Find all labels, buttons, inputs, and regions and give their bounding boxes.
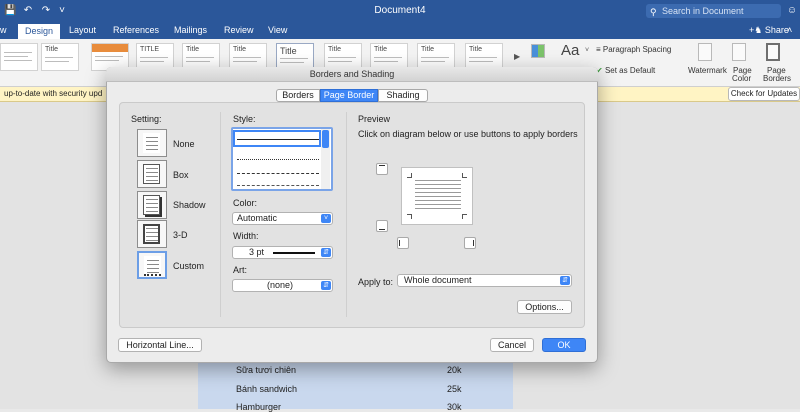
art-value: (none) [267,280,294,290]
share-button[interactable]: +♞ Share [749,25,789,36]
tab-layout[interactable]: Layout [69,25,96,35]
right-border-toggle[interactable] [464,237,476,249]
set-as-default-button[interactable]: ✔ Set as Default [596,66,655,75]
setting-custom-thumbnail[interactable] [137,251,167,279]
set-as-default-label: Set as Default [604,66,656,75]
tab-design[interactable]: Design [18,24,60,39]
chevron-down-icon[interactable]: ˅ [56,5,68,17]
page-color-label-2[interactable]: Color [732,74,751,83]
style-solid-line[interactable] [237,139,319,140]
tab-view-partial[interactable]: w [0,25,7,35]
tab-view[interactable]: View [268,25,287,35]
width-value: 3 pt [249,247,265,257]
art-label: Art: [233,265,248,275]
chevron-updown-icon: ⇵ [560,276,570,285]
options-button[interactable]: Options... [517,300,572,314]
top-border-toggle[interactable] [376,163,388,175]
style-set-thumbnail[interactable] [0,43,38,71]
paragraph-spacing-label: Paragraph Spacing [602,45,672,54]
watermark-label[interactable]: Watermark [688,66,727,75]
undo-icon[interactable]: ↶ [22,5,34,17]
setting-custom-label[interactable]: Custom [173,261,204,271]
setting-3d-thumbnail[interactable] [137,220,167,248]
color-value: Automatic [237,213,278,223]
preview-hint: Click on diagram below or use buttons to… [358,129,578,139]
menu-item-name: Sữa tươi chiên [236,365,296,375]
collapse-ribbon-icon[interactable]: ˄ [787,25,792,35]
setting-3d-label[interactable]: 3-D [173,230,188,240]
setting-none-label[interactable]: None [173,139,195,149]
menu-item-price: 20k [447,365,462,375]
style-set-thumbnail[interactable]: Title [41,43,79,71]
setting-box-label[interactable]: Box [173,170,189,180]
chevron-updown-icon: ⇵ [321,281,331,290]
fonts-icon[interactable]: Aa [561,42,579,59]
smiley-icon[interactable]: ☺ [786,5,798,17]
border-preview-diagram[interactable] [401,167,473,225]
tab-references[interactable]: References [113,25,159,35]
width-popup[interactable]: 3 pt ⇵ [232,246,333,259]
update-notice-text: up-to-date with security upd [4,89,103,98]
paragraph-spacing-button[interactable]: ≡ Paragraph Spacing [596,45,671,54]
tab-page-border[interactable]: Page Border [320,89,378,102]
apply-to-value: Whole document [404,275,472,285]
menu-item-name: Hamburger [236,402,282,412]
style-dotted-line[interactable] [237,159,319,160]
paragraph-spacing-icon: ≡ [596,45,603,54]
colors-icon[interactable] [531,44,545,58]
chevron-down-icon: ˅ [321,214,331,223]
cancel-button[interactable]: Cancel [490,338,534,352]
setting-shadow-thumbnail[interactable] [137,191,167,219]
menu-item-price: 30k [447,402,462,412]
setting-label: Setting: [131,114,162,124]
border-style-list[interactable] [231,127,333,191]
page-borders-label-2[interactable]: Borders [763,74,791,83]
left-border-toggle[interactable] [397,237,409,249]
page-borders-icon[interactable] [766,43,780,61]
style-dashed-line[interactable] [237,173,319,174]
style-dash-dot-line[interactable] [237,185,319,186]
color-popup[interactable]: Automatic ˅ [232,212,333,225]
setting-box-thumbnail[interactable] [137,160,167,188]
save-icon[interactable]: 💾 [4,5,16,17]
apply-to-popup[interactable]: Whole document ⇵ [397,274,572,287]
dialog-title: Borders and Shading [309,69,395,79]
bottom-border-toggle[interactable] [376,220,388,232]
share-label: Share [764,25,789,35]
tab-review[interactable]: Review [224,25,254,35]
search-placeholder: Search in Document [662,6,744,16]
horizontal-line-button[interactable]: Horizontal Line... [118,338,202,352]
apply-to-label: Apply to: [358,277,394,287]
art-popup[interactable]: (none) ⇵ [232,279,333,292]
setting-none-thumbnail[interactable] [137,129,167,157]
check-for-updates-button[interactable]: Check for Updates [728,87,800,101]
fonts-dropdown-icon[interactable]: ˅ [585,47,589,54]
tab-shading[interactable]: Shading [378,89,428,102]
style-list-scroll-thumb[interactable] [322,130,329,148]
width-line-sample [273,252,315,254]
document-title: Document4 [374,5,426,16]
divider [220,112,221,317]
search-input[interactable]: ⚲ Search in Document [646,4,781,18]
width-label: Width: [233,231,259,241]
color-label: Color: [233,198,258,208]
search-icon: ⚲ [650,7,657,17]
page-color-icon[interactable] [732,43,746,61]
style-label: Style: [233,114,256,124]
setting-shadow-label[interactable]: Shadow [173,200,206,210]
tab-borders[interactable]: Borders [276,89,320,102]
tab-mailings[interactable]: Mailings [174,25,207,35]
preview-label: Preview [358,114,391,124]
add-person-icon: +♞ [749,25,765,35]
watermark-icon[interactable] [698,43,712,61]
gallery-scroll-icon[interactable]: ▶ [514,52,520,61]
menu-item-name: Bánh sandwich [236,384,298,394]
chevron-updown-icon: ⇵ [321,248,331,257]
divider [346,112,347,317]
menu-item-price: 25k [447,384,462,394]
ok-button[interactable]: OK [542,338,586,352]
redo-icon[interactable]: ↷ [40,5,52,17]
